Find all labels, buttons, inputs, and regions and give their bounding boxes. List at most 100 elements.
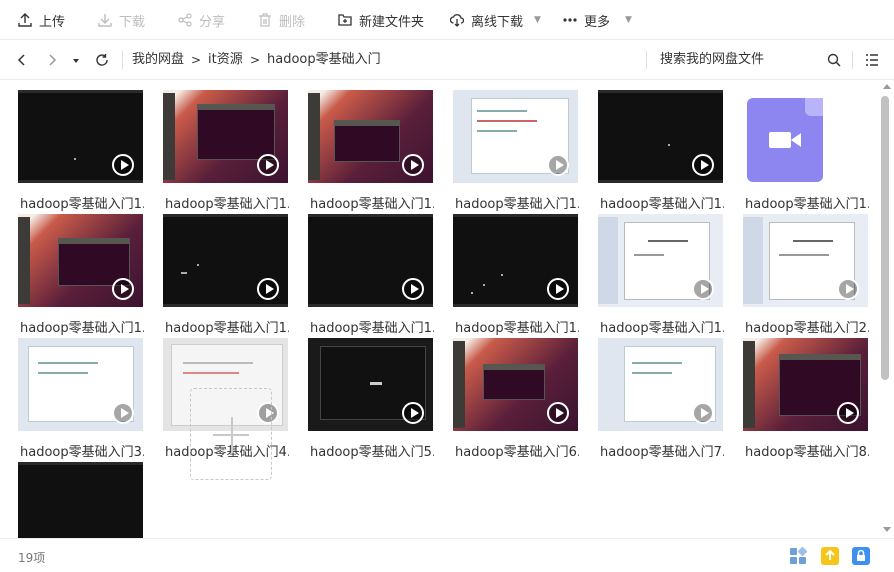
delete-button[interactable]: 删除 bbox=[258, 0, 305, 40]
upload-icon bbox=[18, 13, 32, 27]
file-name: hadoop零基础入门1... bbox=[310, 197, 434, 212]
file-item[interactable]: hadoop零基础入门1... bbox=[435, 90, 580, 212]
scroll-down-arrow-icon[interactable] bbox=[883, 527, 891, 532]
video-thumbnail bbox=[18, 214, 143, 307]
file-item[interactable]: hadoop零基础入门2... bbox=[725, 214, 870, 336]
play-icon bbox=[112, 154, 134, 176]
play-icon bbox=[692, 402, 714, 424]
file-name: hadoop零基础入门1... bbox=[600, 321, 724, 336]
breadcrumb-it-resources[interactable]: it资源 bbox=[208, 52, 243, 68]
video-thumbnail bbox=[453, 90, 578, 183]
breadcrumb-separator: > bbox=[250, 53, 261, 67]
file-name: hadoop零基础入门6... bbox=[455, 445, 579, 460]
file-name: hadoop零基础入门1... bbox=[310, 321, 434, 336]
play-icon bbox=[402, 402, 424, 424]
video-thumbnail bbox=[598, 338, 723, 431]
delete-label: 删除 bbox=[279, 14, 306, 30]
file-item[interactable]: hadoop零基础入门1... bbox=[580, 214, 725, 336]
file-item[interactable]: hadoop零基础入门1... bbox=[145, 90, 290, 212]
file-item[interactable]: hadoop零基础入门6... bbox=[435, 338, 580, 460]
video-thumbnail bbox=[163, 214, 288, 307]
file-name: hadoop零基础入门1... bbox=[455, 197, 579, 212]
file-item[interactable]: hadoop零基础入门1... bbox=[0, 214, 145, 336]
video-thumbnail bbox=[743, 214, 868, 307]
search-input[interactable]: 搜索我的网盘文件 bbox=[660, 52, 764, 68]
video-thumbnail bbox=[453, 338, 578, 431]
item-count: 19项 bbox=[18, 551, 46, 565]
breadcrumb-root[interactable]: 我的网盘 bbox=[132, 52, 184, 68]
file-name: hadoop零基础入门1... bbox=[165, 321, 289, 336]
refresh-icon[interactable] bbox=[94, 52, 110, 68]
file-item[interactable]: hadoop零基础入门5... bbox=[290, 338, 435, 460]
history-dropdown-icon[interactable] bbox=[68, 52, 84, 68]
file-item[interactable]: hadoop零基础入门1... bbox=[0, 90, 145, 212]
download-button[interactable]: 下载 bbox=[98, 0, 145, 40]
file-name: hadoop零基础入门1... bbox=[600, 197, 724, 212]
file-item[interactable]: hadoop零基础入门8... bbox=[725, 338, 870, 460]
grid-apps-icon[interactable] bbox=[789, 546, 808, 565]
breadcrumb-current[interactable]: hadoop零基础入门 bbox=[267, 52, 381, 68]
new-folder-icon bbox=[338, 14, 352, 26]
video-thumbnail bbox=[453, 214, 578, 307]
nav-divider bbox=[122, 51, 123, 69]
cloud-download-icon bbox=[450, 14, 464, 27]
play-icon bbox=[112, 402, 134, 424]
breadcrumb-separator: > bbox=[191, 53, 202, 67]
new-folder-label: 新建文件夹 bbox=[359, 14, 425, 30]
search-icon[interactable] bbox=[826, 52, 842, 68]
file-grid: hadoop零基础入门1... hadoop零基础入门1... hadoop零基… bbox=[0, 80, 878, 538]
video-file-icon bbox=[747, 98, 823, 182]
scroll-up-arrow-icon[interactable] bbox=[883, 84, 891, 89]
offline-download-button[interactable]: 离线下载 bbox=[450, 0, 523, 40]
play-icon bbox=[837, 402, 859, 424]
upload-status-icon[interactable] bbox=[821, 547, 839, 565]
play-icon bbox=[402, 154, 424, 176]
upload-button[interactable]: 上传 bbox=[18, 0, 65, 40]
offline-download-caret-icon[interactable]: ▼ bbox=[534, 15, 541, 25]
play-icon bbox=[112, 278, 134, 300]
scrollbar-thumb[interactable] bbox=[881, 96, 889, 380]
share-icon bbox=[178, 13, 192, 27]
file-item[interactable] bbox=[0, 462, 145, 538]
play-icon bbox=[257, 154, 279, 176]
file-name: hadoop零基础入门8... bbox=[745, 445, 869, 460]
back-icon[interactable] bbox=[14, 52, 30, 68]
video-thumbnail bbox=[18, 338, 143, 431]
file-item[interactable]: hadoop零基础入门1... bbox=[435, 214, 580, 336]
play-icon bbox=[692, 154, 714, 176]
file-name: hadoop零基础入门2... bbox=[745, 321, 869, 336]
list-view-icon[interactable] bbox=[864, 52, 880, 68]
file-item[interactable]: hadoop零基础入门7... bbox=[580, 338, 725, 460]
download-label: 下载 bbox=[119, 14, 146, 30]
video-thumbnail bbox=[598, 90, 723, 183]
add-file-tile[interactable] bbox=[190, 388, 272, 480]
file-name: hadoop零基础入门1... bbox=[745, 197, 869, 212]
video-thumbnail bbox=[308, 90, 433, 183]
play-icon bbox=[547, 402, 569, 424]
view-divider bbox=[852, 51, 853, 69]
forward-icon[interactable] bbox=[44, 52, 60, 68]
file-item[interactable]: hadoop零基础入门1... bbox=[290, 214, 435, 336]
share-label: 分享 bbox=[199, 14, 226, 30]
more-label: 更多 bbox=[584, 14, 611, 30]
file-item[interactable]: hadoop零基础入门1... bbox=[290, 90, 435, 212]
video-thumbnail bbox=[308, 214, 433, 307]
play-icon bbox=[837, 278, 859, 300]
file-name: hadoop零基础入门1... bbox=[455, 321, 579, 336]
new-folder-button[interactable]: 新建文件夹 bbox=[338, 0, 424, 40]
more-button[interactable]: 更多 bbox=[563, 0, 610, 40]
play-icon bbox=[257, 278, 279, 300]
scrollbar[interactable] bbox=[878, 80, 894, 538]
more-caret-icon[interactable]: ▼ bbox=[625, 15, 632, 25]
toolbar: 上传 下载 分享 删除 新建文件夹 离线下载 ▼ 更多 ▼ bbox=[0, 0, 894, 40]
video-thumbnail bbox=[308, 338, 433, 431]
lock-icon[interactable] bbox=[852, 547, 870, 565]
file-item[interactable]: hadoop零基础入门1... bbox=[580, 90, 725, 212]
file-name: hadoop零基础入门5... bbox=[310, 445, 434, 460]
share-button[interactable]: 分享 bbox=[178, 0, 225, 40]
video-thumbnail bbox=[18, 462, 143, 538]
trash-icon bbox=[259, 13, 271, 27]
file-item[interactable]: hadoop零基础入门1... bbox=[145, 214, 290, 336]
file-item[interactable]: hadoop零基础入门3... bbox=[0, 338, 145, 460]
file-item[interactable]: hadoop零基础入门1... bbox=[725, 90, 870, 212]
